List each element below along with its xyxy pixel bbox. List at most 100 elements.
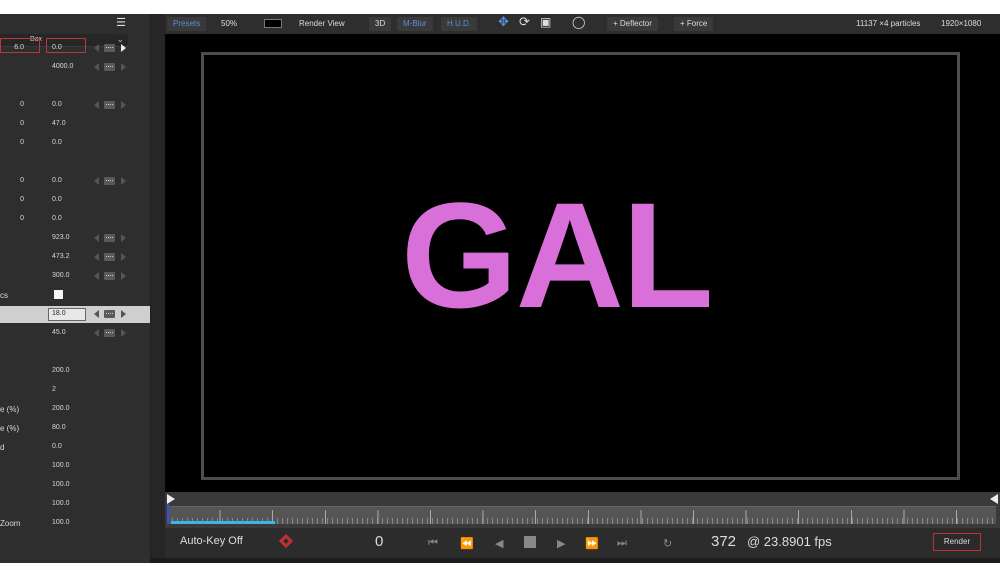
property-value-a[interactable]: 0 <box>20 196 24 203</box>
in-point-marker[interactable] <box>167 494 175 504</box>
property-value-b[interactable]: 2 <box>52 386 56 393</box>
keyframe-icon[interactable] <box>104 44 115 52</box>
next-key-icon[interactable] <box>121 310 126 318</box>
keyframe-nav[interactable] <box>94 328 126 339</box>
property-value-b[interactable]: 100.0 <box>52 481 70 488</box>
keyframe-nav[interactable] <box>94 43 126 54</box>
globe-icon[interactable]: ◯ <box>572 15 585 29</box>
prev-key-icon[interactable] <box>94 44 99 52</box>
stop-icon[interactable] <box>524 536 536 548</box>
property-value-b[interactable]: 100.0 <box>52 462 70 469</box>
fast-rewind-icon[interactable]: ⏪ <box>460 537 474 550</box>
scale-icon[interactable]: ▣ <box>540 15 551 29</box>
property-value-b[interactable]: 923.0 <box>52 234 70 241</box>
property-row[interactable]: d 0.0 <box>0 439 150 456</box>
property-row[interactable]: 0 0.0 <box>0 211 150 228</box>
next-key-icon[interactable] <box>121 329 126 337</box>
highlight-field-a[interactable] <box>0 38 40 53</box>
property-checkbox[interactable] <box>54 290 63 299</box>
highlight-field-b[interactable] <box>46 38 86 53</box>
next-key-icon[interactable] <box>121 177 126 185</box>
step-back-icon[interactable]: ◀ <box>495 537 503 550</box>
property-value-b[interactable]: 0.0 <box>52 443 62 450</box>
prev-key-icon[interactable] <box>94 63 99 71</box>
next-key-icon[interactable] <box>121 101 126 109</box>
property-value-b[interactable]: 80.0 <box>52 424 66 431</box>
property-row[interactable]: 0 0.0 <box>0 173 150 190</box>
keyframe-nav[interactable] <box>94 233 126 244</box>
property-row[interactable]: e (%) 80.0 <box>0 420 150 437</box>
property-value-b[interactable]: 0.0 <box>52 177 62 184</box>
property-value-a[interactable]: 0 <box>20 177 24 184</box>
property-row[interactable]: 0 47.0 <box>0 116 150 133</box>
property-row[interactable]: 45.0 <box>0 325 150 342</box>
keyframe-icon[interactable] <box>104 101 115 109</box>
playhead[interactable] <box>167 504 169 524</box>
property-value-a[interactable]: 0 <box>20 215 24 222</box>
presets-button[interactable]: Presets <box>167 17 207 31</box>
keyframe-nav[interactable] <box>94 271 126 282</box>
property-value-b[interactable]: 45.0 <box>52 329 66 336</box>
next-key-icon[interactable] <box>121 44 126 52</box>
play-icon[interactable]: ▶ <box>557 537 565 550</box>
prev-key-icon[interactable] <box>94 329 99 337</box>
property-value-b[interactable]: 0.0 <box>52 196 62 203</box>
property-value-b[interactable]: 100.0 <box>52 500 70 507</box>
keyframe-icon[interactable] <box>104 310 115 318</box>
timeline[interactable] <box>165 492 1000 528</box>
property-value-b[interactable]: 200.0 <box>52 367 70 374</box>
property-row[interactable]: 100.0 <box>0 458 150 475</box>
prev-key-icon[interactable] <box>94 310 99 318</box>
property-row[interactable]: 923.0 <box>0 230 150 247</box>
property-row[interactable]: 300.0 <box>0 268 150 285</box>
keyframe-nav[interactable] <box>94 62 126 73</box>
panel-divider[interactable] <box>150 14 165 563</box>
keyframe-icon[interactable] <box>278 533 294 549</box>
property-value-b[interactable]: 47.0 <box>52 120 66 127</box>
property-row[interactable]: 18.0 <box>0 306 150 323</box>
next-key-icon[interactable] <box>121 272 126 280</box>
prev-key-icon[interactable] <box>94 272 99 280</box>
property-value-b[interactable]: 4000.0 <box>52 63 73 70</box>
keyframe-nav[interactable] <box>94 176 126 187</box>
property-row[interactable]: 4000.0 <box>0 59 150 76</box>
property-row[interactable]: 2 <box>0 382 150 399</box>
property-value-b[interactable]: 300.0 <box>52 272 70 279</box>
property-value-a[interactable]: 0 <box>20 139 24 146</box>
next-key-icon[interactable] <box>121 253 126 261</box>
skip-end-icon[interactable]: ⏭ <box>617 537 627 550</box>
keyframe-nav[interactable] <box>94 100 126 111</box>
zoom-dropdown[interactable]: 50% <box>221 17 237 31</box>
property-row[interactable] <box>0 344 150 361</box>
prev-key-icon[interactable] <box>94 101 99 109</box>
property-value-b[interactable]: 0.0 <box>52 101 62 108</box>
property-value-b[interactable]: 0.0 <box>52 215 62 222</box>
loop-icon[interactable]: ↻ <box>663 537 672 550</box>
property-row[interactable]: 0 0.0 <box>0 135 150 152</box>
keyframe-icon[interactable] <box>104 272 115 280</box>
keyframe-icon[interactable] <box>104 63 115 71</box>
property-row[interactable]: e (%) 200.0 <box>0 401 150 418</box>
property-value-a[interactable]: 0 <box>20 120 24 127</box>
property-row[interactable]: 0 0.0 <box>0 192 150 209</box>
prev-key-icon[interactable] <box>94 177 99 185</box>
skip-start-icon[interactable]: ⏮ <box>428 537 438 550</box>
render-view-dropdown[interactable]: Render View <box>299 17 345 31</box>
keyframe-icon[interactable] <box>104 253 115 261</box>
property-value-b[interactable]: 100.0 <box>52 519 70 526</box>
next-key-icon[interactable] <box>121 234 126 242</box>
keyframe-nav[interactable] <box>94 252 126 263</box>
keyframe-icon[interactable] <box>104 234 115 242</box>
fast-forward-icon[interactable]: ⏩ <box>585 537 599 550</box>
keyframe-icon[interactable] <box>104 177 115 185</box>
property-row[interactable]: 100.0 <box>0 477 150 494</box>
render-button[interactable]: Render <box>933 533 981 551</box>
next-key-icon[interactable] <box>121 63 126 71</box>
hud-toggle[interactable]: H.U.D. <box>441 17 477 31</box>
property-value-b[interactable]: 0.0 <box>52 139 62 146</box>
end-frame[interactable]: 372 <box>711 533 736 550</box>
add-deflector-button[interactable]: + Deflector <box>607 17 658 31</box>
3d-toggle[interactable]: 3D <box>369 17 392 31</box>
property-value-b[interactable]: 18.0 <box>52 310 66 317</box>
property-value-a[interactable]: 0 <box>20 101 24 108</box>
